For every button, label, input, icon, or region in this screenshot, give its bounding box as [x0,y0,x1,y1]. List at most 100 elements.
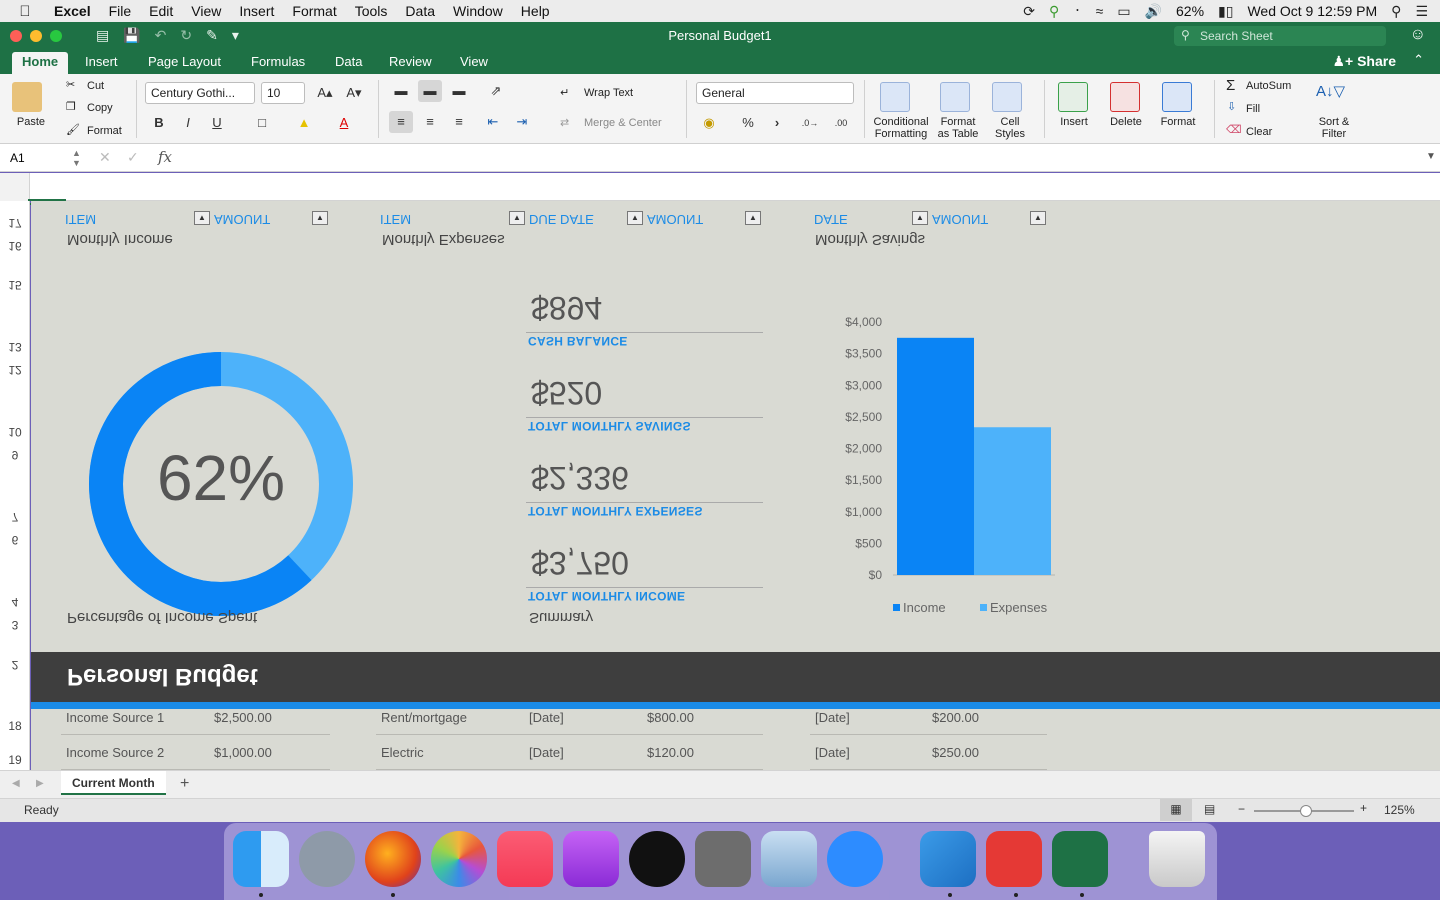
font-name-select[interactable]: Century Gothi... [145,82,255,104]
format-as-table-line1[interactable]: Format [930,116,986,128]
delete-cells-button[interactable]: Delete [1102,116,1150,128]
decrease-decimal-icon[interactable]: .00 [829,112,853,134]
menu-view[interactable]: View [182,3,230,19]
tab-formulas[interactable]: Formulas [241,52,315,74]
income-vs-expenses-chart[interactable]: $0 $500 $1,000 $1,500 $2,000 $2,500 $3,000 $3,5… [801,311,1061,621]
menubar-clock[interactable]: Wed Oct 9 12:59 PM [1247,3,1377,19]
format-as-table-line2[interactable]: as Table [930,128,986,140]
pdf-expert-icon[interactable] [986,831,1042,887]
trash-icon[interactable] [1149,831,1205,887]
collapse-ribbon-icon[interactable]: ⌃ [1413,52,1424,68]
music-icon[interactable] [497,831,553,887]
row-number[interactable]: 16 [0,239,30,253]
search-sheet-input[interactable]: ⚲ Search Sheet [1174,26,1386,46]
fill-button[interactable]: Fill [1246,103,1260,115]
expand-formula-bar-icon[interactable]: ▼ [1426,151,1436,162]
tab-page-layout[interactable]: Page Layout [138,52,231,74]
align-bottom-icon[interactable]: ▬ [447,80,471,102]
increase-decimal-icon[interactable]: .0→ [798,112,822,134]
filter-dropdown-icon[interactable]: ▲ [312,211,328,225]
percent-style-button[interactable]: % [736,112,760,134]
prev-sheet-icon[interactable]: ◀ [12,778,20,789]
apple-menu-icon[interactable]:  [0,3,50,20]
tab-data[interactable]: Data [325,52,372,74]
menu-format[interactable]: Format [283,3,345,19]
normal-view-icon[interactable]: ▦ [1160,799,1192,821]
bluetooth-icon[interactable]: ᛫ [1073,3,1081,19]
launchpad-icon[interactable] [299,831,355,887]
row-number[interactable]: 2 [0,658,30,672]
system-preferences-icon[interactable] [695,831,751,887]
expense-amount-cell[interactable]: $120.00 [647,745,694,760]
row-number[interactable]: 4 [0,595,30,609]
align-top-icon[interactable]: ▬ [389,80,413,102]
italic-button[interactable]: I [176,112,200,134]
clear-button[interactable]: Clear [1246,126,1272,138]
row-number[interactable]: 10 [0,425,30,439]
conditional-formatting-line2[interactable]: Formatting [866,128,936,140]
menu-help[interactable]: Help [512,3,559,19]
accounting-format-icon[interactable]: ◉ [697,112,721,134]
copy-button[interactable]: Copy [87,102,113,114]
row-number[interactable]: 7 [0,510,30,524]
filter-dropdown-icon[interactable]: ▲ [745,211,761,225]
share-button[interactable]: ♟+ Share [1332,53,1396,70]
wrap-text-button[interactable]: Wrap Text [584,87,633,99]
paste-button[interactable]: Paste [8,116,54,128]
zoom-app-icon[interactable] [827,831,883,887]
row-number[interactable]: 17 [0,216,30,230]
photos-icon[interactable] [431,831,487,887]
increase-indent-icon[interactable]: ⇥ [510,111,534,133]
filter-dropdown-icon[interactable]: ▲ [194,211,210,225]
cut-button[interactable]: Cut [87,80,104,92]
bar-expenses[interactable] [974,427,1051,575]
conditional-formatting-line1[interactable]: Conditional [866,116,936,128]
expense-amount-cell[interactable]: $800.00 [647,710,694,725]
name-box[interactable]: A1 [10,151,25,165]
align-left-icon[interactable]: ≡ [389,111,413,133]
keychain-icon[interactable] [920,831,976,887]
wifi-icon[interactable]: ≈ [1096,3,1104,19]
bar-income[interactable] [897,337,974,575]
font-size-select[interactable]: 10 [261,82,305,104]
menu-window[interactable]: Window [444,3,512,19]
conditional-formatting-icon[interactable] [880,82,910,112]
number-format-select[interactable]: General [696,82,854,104]
spotlight-search-icon[interactable]: ⚲ [1391,3,1401,20]
cancel-entry-icon[interactable]: ✕ [99,149,111,166]
sync-icon[interactable]: ⟳ [1023,3,1035,20]
sort-filter-line2[interactable]: Filter [1306,128,1362,140]
decrease-indent-icon[interactable]: ⇤ [481,111,505,133]
align-middle-icon[interactable]: ▬ [418,80,442,102]
insert-cells-button[interactable]: Insert [1050,116,1098,128]
align-center-icon[interactable]: ≡ [418,111,442,133]
battery-icon[interactable]: ▮▯ [1218,3,1233,20]
delete-cells-icon[interactable] [1110,82,1140,112]
savings-amount-cell[interactable]: $250.00 [932,745,979,760]
comma-style-button[interactable]: › [765,112,789,134]
name-box-stepper-icon[interactable]: ▲ ▼ [72,148,81,168]
menu-tools[interactable]: Tools [346,3,397,19]
expense-due-cell[interactable]: [Date] [529,710,564,725]
feedback-smiley-icon[interactable]: ☺ [1410,26,1426,44]
finder-icon[interactable] [233,831,289,887]
format-cells-icon[interactable] [1162,82,1192,112]
increase-font-size-icon[interactable]: A▴ [313,82,337,104]
bold-button[interactable]: B [147,112,171,134]
row-number[interactable]: 6 [0,533,30,547]
menu-edit[interactable]: Edit [140,3,182,19]
cell-styles-line1[interactable]: Cell [984,116,1036,128]
add-sheet-icon[interactable]: + [180,775,189,793]
podcasts-icon[interactable] [563,831,619,887]
font-color-icon[interactable]: A [332,112,356,134]
menu-insert[interactable]: Insert [230,3,283,19]
savings-amount-cell[interactable]: $200.00 [932,710,979,725]
format-as-table-icon[interactable] [940,82,970,112]
insert-cells-icon[interactable] [1058,82,1088,112]
zoom-out-icon[interactable]: − [1238,802,1245,816]
income-item-cell[interactable]: Income Source 2 [66,745,164,760]
sheet-tab-current-month[interactable]: Current Month [61,771,166,795]
worksheet-grid[interactable]: ITEM ▲ AMOUNT ▲ ITEM ▲ DUE DATE ▲ AMOUNT… [31,201,1440,770]
merge-center-button[interactable]: Merge & Center [584,117,662,129]
expense-item-cell[interactable]: Rent/mortgage [381,710,467,725]
